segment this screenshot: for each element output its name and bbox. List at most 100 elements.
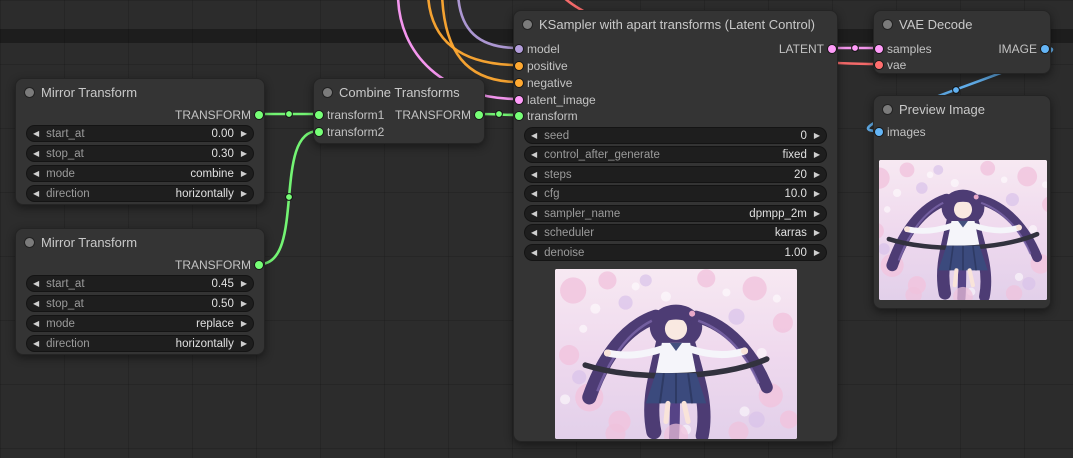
node-preview-image[interactable]: Preview Image images <box>873 95 1051 309</box>
input-row: transform <box>514 108 837 124</box>
output-slot-transform[interactable] <box>255 111 263 119</box>
node-header[interactable]: KSampler with apart transforms (Latent C… <box>514 11 837 37</box>
collapse-icon[interactable] <box>323 87 332 97</box>
increment-icon[interactable]: ▶ <box>814 248 820 257</box>
widget-value: karras <box>774 226 807 239</box>
widget-denoise[interactable]: ◀ denoise 1.00 ▶ <box>524 244 827 261</box>
input-row: vae <box>874 57 1050 73</box>
increment-icon[interactable]: ▶ <box>814 131 820 140</box>
link-negative <box>441 0 520 84</box>
preview-image <box>879 160 1047 300</box>
increment-icon[interactable]: ▶ <box>814 170 820 179</box>
input-label: transform2 <box>327 125 385 139</box>
increment-icon[interactable]: ▶ <box>241 319 247 328</box>
decrement-icon[interactable]: ◀ <box>33 299 39 308</box>
decrement-icon[interactable]: ◀ <box>531 189 537 198</box>
widget-name: mode <box>46 167 75 180</box>
widget-value: fixed <box>782 148 807 161</box>
widget-value: 0 <box>800 129 807 142</box>
increment-icon[interactable]: ▶ <box>814 228 820 237</box>
decrement-icon[interactable]: ◀ <box>33 339 39 348</box>
node-graph-canvas[interactable]: Mirror Transform TRANSFORM ◀ start_at 0.… <box>0 0 1073 458</box>
input-label: vae <box>887 58 907 72</box>
node-combine-transforms[interactable]: Combine Transforms transform1 transform2… <box>313 78 485 144</box>
widget-mode[interactable]: ◀ mode combine ▶ <box>26 165 254 182</box>
input-label: positive <box>527 59 568 73</box>
decrement-icon[interactable]: ◀ <box>33 279 39 288</box>
collapse-icon[interactable] <box>25 237 34 247</box>
widget-value: 10.0 <box>784 187 807 200</box>
link-midpoint-dot <box>495 110 503 118</box>
node-header[interactable]: Mirror Transform <box>16 79 264 105</box>
decrement-icon[interactable]: ◀ <box>33 149 39 158</box>
increment-icon[interactable]: ▶ <box>241 189 247 198</box>
node-vae-decode[interactable]: VAE Decode samples vae IMAGE <box>873 10 1051 74</box>
node-mirror-transform-2[interactable]: Mirror Transform TRANSFORM ◀ start_at 0.… <box>15 228 265 355</box>
widget-direction[interactable]: ◀ direction horizontally ▶ <box>26 185 254 202</box>
increment-icon[interactable]: ▶ <box>241 299 247 308</box>
input-slot-latent-image[interactable] <box>515 96 523 104</box>
widget-value: 0.50 <box>211 297 234 310</box>
output-row: TRANSFORM <box>16 107 264 123</box>
node-header[interactable]: Preview Image <box>874 96 1050 122</box>
increment-icon[interactable]: ▶ <box>814 209 820 218</box>
output-label: TRANSFORM <box>175 258 251 272</box>
widget-seed[interactable]: ◀ seed 0 ▶ <box>524 127 827 144</box>
collapse-icon[interactable] <box>883 104 892 114</box>
decrement-icon[interactable]: ◀ <box>531 228 537 237</box>
output-label: TRANSFORM <box>175 108 251 122</box>
widget-direction[interactable]: ◀ direction horizontally ▶ <box>26 335 254 352</box>
decrement-icon[interactable]: ◀ <box>531 209 537 218</box>
input-slot-transform[interactable] <box>515 112 523 120</box>
widget-mode[interactable]: ◀ mode replace ▶ <box>26 315 254 332</box>
input-slot-transform2[interactable] <box>315 128 323 136</box>
widget-stop-at[interactable]: ◀ stop_at 0.30 ▶ <box>26 145 254 162</box>
input-slot-vae[interactable] <box>875 61 883 69</box>
collapse-icon[interactable] <box>883 19 892 29</box>
increment-icon[interactable]: ▶ <box>241 339 247 348</box>
increment-icon[interactable]: ▶ <box>241 129 247 138</box>
widget-scheduler[interactable]: ◀ scheduler karras ▶ <box>524 224 827 241</box>
node-header[interactable]: VAE Decode <box>874 11 1050 37</box>
widget-start-at[interactable]: ◀ start_at 0.45 ▶ <box>26 275 254 292</box>
widget-name: direction <box>46 337 90 350</box>
node-header[interactable]: Combine Transforms <box>314 79 484 105</box>
output-slot-image[interactable] <box>1041 45 1049 53</box>
widget-sampler-name[interactable]: ◀ sampler_name dpmpp_2m ▶ <box>524 205 827 222</box>
decrement-icon[interactable]: ◀ <box>531 248 537 257</box>
decrement-icon[interactable]: ◀ <box>33 189 39 198</box>
widget-name: cfg <box>544 187 560 200</box>
node-ksampler-apart-transforms[interactable]: KSampler with apart transforms (Latent C… <box>513 10 838 442</box>
increment-icon[interactable]: ▶ <box>241 169 247 178</box>
output-slot-latent[interactable] <box>828 45 836 53</box>
decrement-icon[interactable]: ◀ <box>33 169 39 178</box>
decrement-icon[interactable]: ◀ <box>531 131 537 140</box>
decrement-icon[interactable]: ◀ <box>531 170 537 179</box>
input-slot-positive[interactable] <box>515 62 523 70</box>
output-slot-transform[interactable] <box>475 111 483 119</box>
widget-control-after-generate[interactable]: ◀ control_after_generate fixed ▶ <box>524 146 827 163</box>
ksampler-preview-image <box>555 269 797 439</box>
increment-icon[interactable]: ▶ <box>241 279 247 288</box>
increment-icon[interactable]: ▶ <box>814 150 820 159</box>
widget-name: stop_at <box>46 147 84 160</box>
collapse-icon[interactable] <box>25 87 34 97</box>
increment-icon[interactable]: ▶ <box>241 149 247 158</box>
input-slot-negative[interactable] <box>515 79 523 87</box>
decrement-icon[interactable]: ◀ <box>531 150 537 159</box>
widget-start-at[interactable]: ◀ start_at 0.00 ▶ <box>26 125 254 142</box>
widget-steps[interactable]: ◀ steps 20 ▶ <box>524 166 827 183</box>
collapse-icon[interactable] <box>523 19 532 29</box>
decrement-icon[interactable]: ◀ <box>33 129 39 138</box>
widget-stop-at[interactable]: ◀ stop_at 0.50 ▶ <box>26 295 254 312</box>
widget-name: seed <box>544 129 570 142</box>
output-row: LATENT <box>514 41 837 57</box>
widget-cfg[interactable]: ◀ cfg 10.0 ▶ <box>524 185 827 202</box>
output-slot-transform[interactable] <box>255 261 263 269</box>
increment-icon[interactable]: ▶ <box>814 189 820 198</box>
node-header[interactable]: Mirror Transform <box>16 229 264 255</box>
input-slot-images[interactable] <box>875 128 883 136</box>
node-mirror-transform-1[interactable]: Mirror Transform TRANSFORM ◀ start_at 0.… <box>15 78 265 205</box>
output-label: LATENT <box>778 42 824 56</box>
decrement-icon[interactable]: ◀ <box>33 319 39 328</box>
